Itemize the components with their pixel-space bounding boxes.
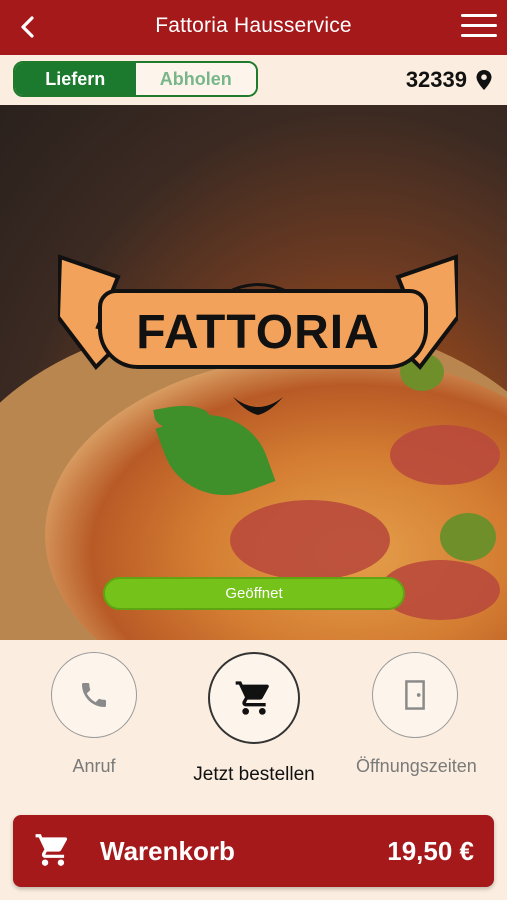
- phone-icon: [82, 683, 106, 707]
- zip-code: 32339: [405, 67, 467, 92]
- status-badge: Geöffnet: [103, 577, 405, 610]
- salami-slice: [390, 425, 500, 485]
- restaurant-logo: FATTORIA: [58, 247, 458, 417]
- opening-hours-button[interactable]: [372, 652, 458, 738]
- action-buttons: Anruf Jetzt bestellen Öffnungszeiten: [0, 640, 507, 810]
- door-icon: [405, 680, 425, 710]
- cart-label: Warenkorb: [100, 836, 235, 866]
- salami-slice: [230, 500, 390, 580]
- toggle-liefern[interactable]: Liefern: [15, 63, 136, 95]
- cart-total: 19,50 €: [387, 836, 474, 866]
- call-action[interactable]: Anruf: [50, 652, 138, 777]
- cart-icon: [235, 681, 269, 715]
- logo-text: FATTORIA: [136, 306, 380, 359]
- order-mode-toggle: Liefern Abholen: [13, 61, 258, 97]
- call-button[interactable]: [51, 652, 137, 738]
- location-zip[interactable]: 32339: [406, 67, 493, 93]
- call-label: Anruf: [72, 756, 116, 776]
- opening-hours-action[interactable]: Öffnungszeiten: [356, 652, 477, 777]
- map-pin-icon: [476, 70, 492, 90]
- toggle-abholen[interactable]: Abholen: [135, 63, 256, 95]
- order-mode-bar: Liefern Abholen 32339: [0, 55, 507, 105]
- page-title: Fattoria Hausservice: [155, 14, 352, 37]
- order-now-action[interactable]: Jetzt bestellen: [190, 652, 318, 786]
- order-now-button[interactable]: [208, 652, 300, 744]
- hamburger-menu-icon[interactable]: [461, 14, 497, 40]
- app-header: Fattoria Hausservice: [0, 0, 507, 55]
- olive: [440, 513, 496, 561]
- hero-image: FATTORIA Geöffnet: [0, 105, 507, 640]
- cart-bar[interactable]: Warenkorb 19,50 €: [13, 815, 494, 887]
- cart-icon: [35, 834, 68, 866]
- opening-hours-label: Öffnungszeiten: [356, 756, 477, 776]
- order-now-label: Jetzt bestellen: [193, 764, 315, 785]
